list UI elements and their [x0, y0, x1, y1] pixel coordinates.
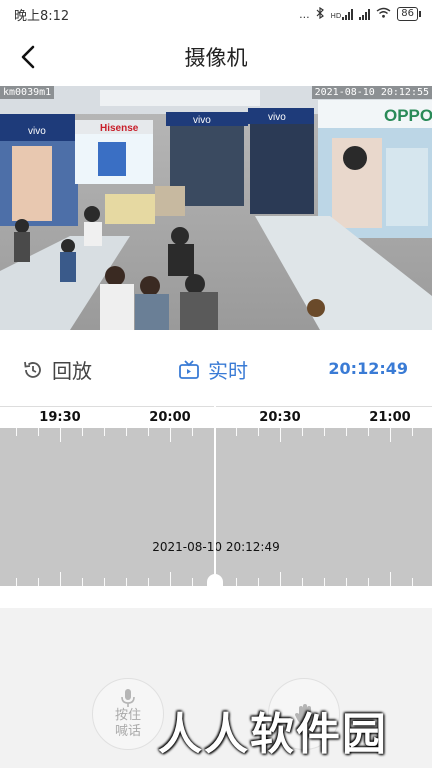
timeline-tick — [82, 428, 83, 436]
camera-id-label: km0039m1 — [0, 86, 55, 99]
sign-oppo: OPPO — [384, 106, 432, 125]
timeline-cursor-handle[interactable] — [207, 574, 223, 586]
page-title: 摄像机 — [184, 46, 248, 70]
timeline-tick — [82, 578, 83, 586]
timeline-tick — [324, 578, 325, 586]
timeline-label: 20:00 — [149, 410, 191, 425]
timeline-tick — [60, 572, 61, 586]
back-button[interactable] — [8, 37, 48, 77]
timeline-tick — [38, 428, 39, 436]
timeline-tick — [170, 428, 171, 442]
timeline-tick — [170, 572, 171, 586]
timeline-tick — [390, 428, 391, 442]
watermark: 人人软件园 — [158, 709, 388, 760]
current-time: 20:12:49 — [328, 359, 408, 378]
timeline-tick — [60, 428, 61, 442]
talk-label-line1: 按住 — [114, 708, 141, 723]
wifi-icon — [376, 7, 391, 21]
timeline-tick — [16, 578, 17, 586]
timeline-datetime: 2021-08-10 20:12:49 — [152, 540, 280, 554]
timeline-label: 20:30 — [259, 410, 301, 425]
timeline-tick — [258, 578, 259, 586]
signal-icon — [359, 8, 371, 20]
history-icon — [24, 361, 41, 378]
live-label: 实时 — [208, 359, 248, 383]
timeline-label: 19:30 — [39, 410, 81, 425]
sign-vivo-2: vivo — [193, 115, 211, 126]
more-dots-icon: ... — [299, 7, 310, 21]
live-button[interactable]: 实时 — [178, 355, 248, 384]
timeline-tick — [346, 428, 347, 436]
timeline-tick — [148, 428, 149, 436]
status-bar: 晚上8:12 ... HD 86 — [0, 0, 432, 28]
timeline-tick — [236, 428, 237, 436]
video-timestamp: 2021-08-10 20:12:55 — [311, 86, 432, 99]
timeline-tick — [192, 428, 193, 436]
timeline-tick — [16, 428, 17, 436]
camera-video[interactable]: vivo Hisense vivo vivo OPPO km0039m1 202… — [0, 86, 432, 330]
push-to-talk-button[interactable]: 按住 喊话 — [92, 678, 164, 750]
timeline-tick — [192, 578, 193, 586]
sign-hisense: Hisense — [100, 123, 139, 134]
timeline-tick — [390, 572, 391, 586]
timeline-tick — [236, 578, 237, 586]
timeline-tick — [368, 428, 369, 436]
status-icons: ... HD 86 — [299, 6, 421, 22]
timeline-tick — [412, 578, 413, 586]
camera-scene: vivo Hisense vivo vivo OPPO — [0, 86, 432, 330]
sign-vivo-1: vivo — [28, 126, 46, 137]
tv-icon — [179, 359, 199, 379]
timeline-tick — [258, 428, 259, 436]
timeline-tick — [104, 578, 105, 586]
playback-label: 回放 — [52, 359, 92, 383]
timeline[interactable]: 19:30 20:00 20:30 21:00 2021-08-10 20:12… — [0, 406, 432, 586]
microphone-icon — [121, 689, 135, 707]
timeline-tick — [38, 578, 39, 586]
timeline-tick — [104, 428, 105, 436]
timeline-tick — [368, 578, 369, 586]
timeline-tick — [412, 428, 413, 436]
timeline-tick — [302, 578, 303, 586]
playback-button[interactable]: 回放 — [22, 355, 92, 384]
timeline-labels: 19:30 20:00 20:30 21:00 — [0, 406, 432, 428]
status-time: 晚上8:12 — [14, 8, 70, 24]
timeline-tick — [126, 428, 127, 436]
timeline-track[interactable]: 2021-08-10 20:12:49 — [0, 428, 432, 586]
timeline-tick — [324, 428, 325, 436]
battery-icon: 86 — [397, 7, 421, 21]
bluetooth-icon — [316, 6, 325, 22]
timeline-label: 21:00 — [369, 410, 411, 425]
chevron-left-icon — [21, 45, 35, 69]
timeline-tick — [346, 578, 347, 586]
playback-controls: 回放 实时 20:12:49 — [0, 330, 432, 406]
hd-signal-icon: HD — [331, 8, 354, 20]
timeline-cursor — [214, 406, 216, 586]
timeline-tick — [280, 428, 281, 442]
talk-label-line2: 喊话 — [114, 724, 141, 739]
timeline-tick — [280, 572, 281, 586]
timeline-tick — [148, 578, 149, 586]
sign-vivo-3: vivo — [268, 112, 286, 123]
timeline-tick — [302, 428, 303, 436]
nav-bar: 摄像机 — [0, 28, 432, 86]
timeline-tick — [126, 578, 127, 586]
